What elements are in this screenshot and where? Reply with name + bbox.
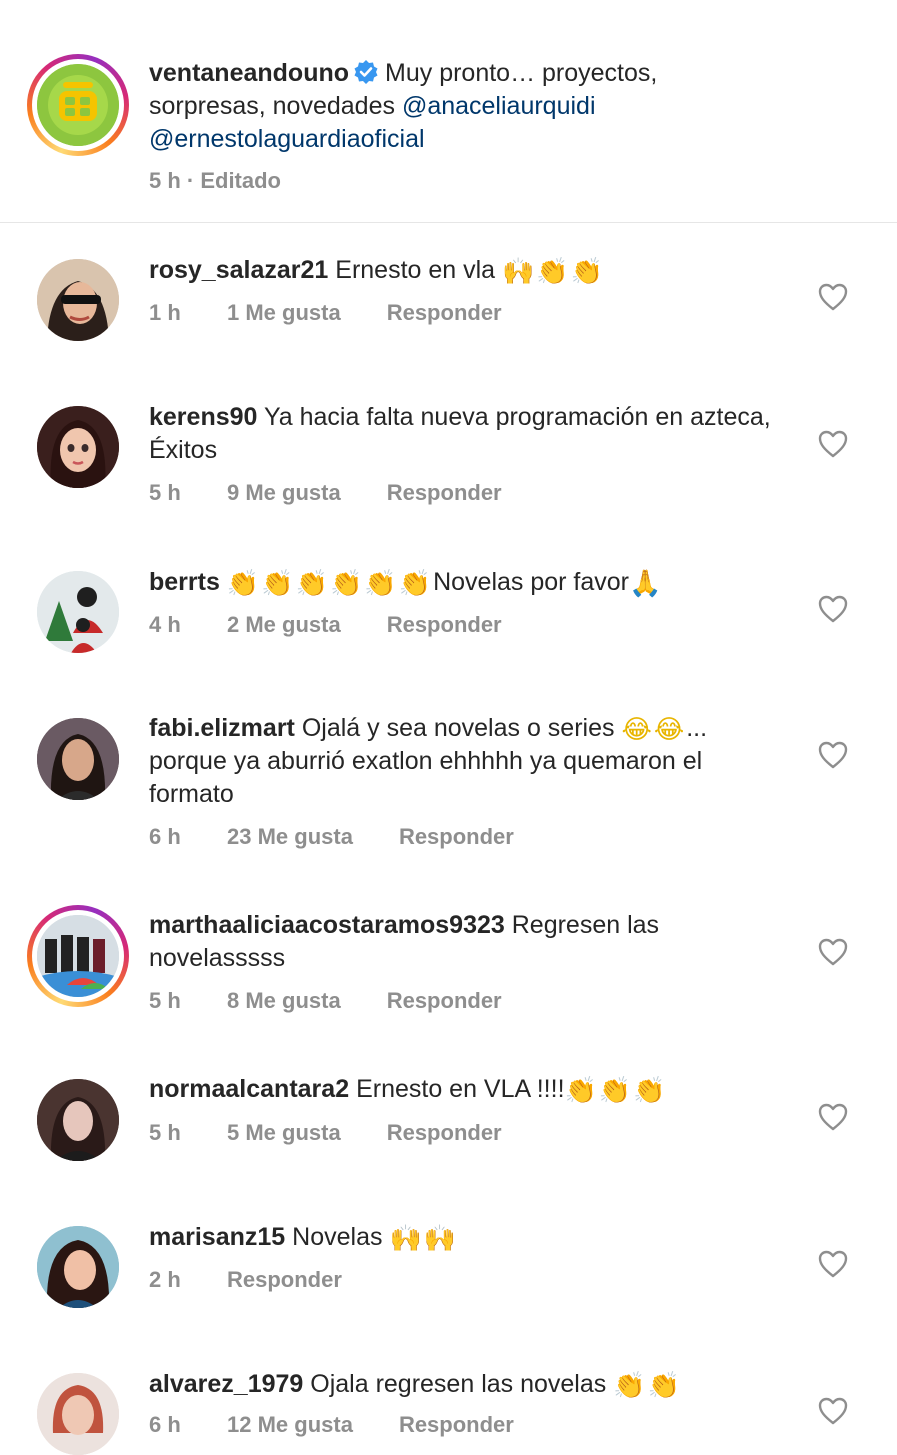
- comment-username[interactable]: fabi.elizmart: [149, 714, 295, 742]
- emoji-icon: 😂😂: [621, 715, 687, 745]
- likes-count[interactable]: 12 Me gusta: [227, 1410, 353, 1440]
- comment-body: Ernesto en vla: [335, 256, 496, 284]
- reply-button[interactable]: Responder: [387, 1118, 502, 1148]
- verified-badge-icon: [354, 60, 378, 84]
- comment-meta: 6 h 12 Me gusta Responder: [149, 1410, 514, 1440]
- caption-username[interactable]: ventaneandouno: [149, 59, 349, 87]
- avatar[interactable]: [37, 64, 119, 146]
- comment-body: Ojalá y sea novelas o series: [301, 714, 615, 742]
- profile-photo-icon: [37, 1226, 119, 1308]
- mention-link[interactable]: @ernestolaguardiaoficial: [149, 125, 425, 153]
- comment-username[interactable]: normaalcantara2: [149, 1075, 349, 1103]
- emoji-icon: 👏👏👏: [564, 1076, 668, 1106]
- avatar[interactable]: [37, 1079, 119, 1161]
- comment-text: kerens90 Ya hacia falta nueva programaci…: [149, 401, 779, 467]
- reply-button[interactable]: Responder: [387, 478, 502, 508]
- post-caption: ventaneandouno Muy pronto… proyectos, sor…: [0, 0, 897, 223]
- avatar[interactable]: [37, 915, 119, 997]
- comment-meta: 5 h 5 Me gusta Responder: [149, 1118, 502, 1148]
- reply-button[interactable]: Responder: [387, 986, 502, 1016]
- story-ring[interactable]: [27, 905, 129, 1007]
- profile-photo-icon: [37, 718, 119, 800]
- likes-count[interactable]: 8 Me gusta: [227, 986, 341, 1016]
- comment-meta: 5 h 8 Me gusta Responder: [149, 986, 502, 1016]
- heart-icon[interactable]: [818, 430, 848, 458]
- comment-time: 5 h: [149, 480, 181, 505]
- comment-text: fabi.elizmart Ojalá y sea novelas o seri…: [149, 712, 779, 811]
- heart-icon[interactable]: [818, 1103, 848, 1131]
- comment-time: 5 h: [149, 988, 181, 1013]
- comment-time: 4 h: [149, 612, 181, 637]
- ventaneando-logo-icon: [37, 64, 119, 146]
- comment-username[interactable]: marisanz15: [149, 1223, 285, 1251]
- comment-time: 5 h: [149, 1120, 181, 1145]
- comment-text: rosy_salazar21 Ernesto en vla 🙌👏👏: [149, 254, 779, 287]
- emoji-icon: 🙌👏👏: [502, 257, 606, 287]
- heart-icon[interactable]: [818, 595, 848, 623]
- likes-count[interactable]: 5 Me gusta: [227, 1118, 341, 1148]
- comment-time: 6 h: [149, 1412, 181, 1437]
- comment-body: Novelas por favor: [433, 568, 630, 596]
- comment-body: Ernesto en VLA !!!!: [356, 1075, 565, 1103]
- comment-username[interactable]: berrts: [149, 568, 220, 596]
- comment-meta: 1 h 1 Me gusta Responder: [149, 298, 502, 328]
- avatar[interactable]: [37, 718, 119, 800]
- reply-button[interactable]: Responder: [227, 1265, 342, 1295]
- caption-meta: 5 h · Editado: [149, 168, 281, 193]
- comment-time: 2 h: [149, 1267, 181, 1292]
- profile-photo-icon: [37, 259, 119, 341]
- avatar[interactable]: [37, 1226, 119, 1308]
- comment-text: berrts 👏👏👏👏👏👏Novelas por favor🙏: [149, 566, 779, 599]
- profile-photo-icon: [37, 915, 119, 997]
- comment-username[interactable]: kerens90: [149, 403, 257, 431]
- comment-username[interactable]: alvarez_1979: [149, 1370, 303, 1398]
- comment-time: 1 h: [149, 300, 181, 325]
- likes-count[interactable]: 2 Me gusta: [227, 610, 341, 640]
- emoji-icon: 🙌🙌: [389, 1224, 459, 1254]
- mention-link[interactable]: @anaceliaurquidi: [402, 92, 596, 120]
- comment-text: normaalcantara2 Ernesto en VLA !!!!👏👏👏: [149, 1073, 779, 1106]
- avatar[interactable]: [37, 259, 119, 341]
- comment-time: 6 h: [149, 824, 181, 849]
- comment-meta: 5 h 9 Me gusta Responder: [149, 478, 502, 508]
- heart-icon[interactable]: [818, 1397, 848, 1425]
- profile-photo-icon: [37, 1079, 119, 1161]
- comment-meta: 6 h 23 Me gusta Responder: [149, 822, 514, 852]
- profile-photo-icon: [37, 571, 119, 653]
- heart-icon[interactable]: [818, 741, 848, 769]
- likes-count[interactable]: 1 Me gusta: [227, 298, 341, 328]
- comment-text: marthaaliciaacostaramos9323 Regresen las…: [149, 909, 779, 975]
- avatar[interactable]: [37, 1373, 119, 1455]
- profile-photo-icon: [37, 406, 119, 488]
- avatar[interactable]: [37, 571, 119, 653]
- comment-body: Novelas: [292, 1223, 383, 1251]
- heart-icon[interactable]: [818, 283, 848, 311]
- reply-button[interactable]: Responder: [399, 822, 514, 852]
- reply-button[interactable]: Responder: [387, 298, 502, 328]
- reply-button[interactable]: Responder: [399, 1410, 514, 1440]
- comment-username[interactable]: rosy_salazar21: [149, 256, 328, 284]
- comment-username[interactable]: marthaaliciaacostaramos9323: [149, 911, 505, 939]
- caption-text: ventaneandouno Muy pronto… proyectos, sor…: [149, 57, 779, 156]
- profile-photo-icon: [37, 1373, 119, 1455]
- emoji-icon: 👏👏: [613, 1371, 682, 1401]
- heart-icon[interactable]: [818, 1250, 848, 1278]
- likes-count[interactable]: 23 Me gusta: [227, 822, 353, 852]
- comment-meta: 2 h Responder: [149, 1265, 342, 1295]
- reply-button[interactable]: Responder: [387, 610, 502, 640]
- comment-text: alvarez_1979 Ojala regresen las novelas …: [149, 1368, 779, 1401]
- heart-icon[interactable]: [818, 938, 848, 966]
- story-ring[interactable]: [27, 54, 129, 156]
- avatar[interactable]: [37, 406, 119, 488]
- comment-meta: 4 h 2 Me gusta Responder: [149, 610, 502, 640]
- emoji-icon: 👏👏👏👏👏👏: [226, 569, 434, 599]
- likes-count[interactable]: 9 Me gusta: [227, 478, 341, 508]
- comment-body: Ojala regresen las novelas: [310, 1370, 607, 1398]
- comment-text: marisanz15 Novelas 🙌🙌: [149, 1221, 779, 1254]
- emoji-icon: 🙏: [629, 569, 664, 599]
